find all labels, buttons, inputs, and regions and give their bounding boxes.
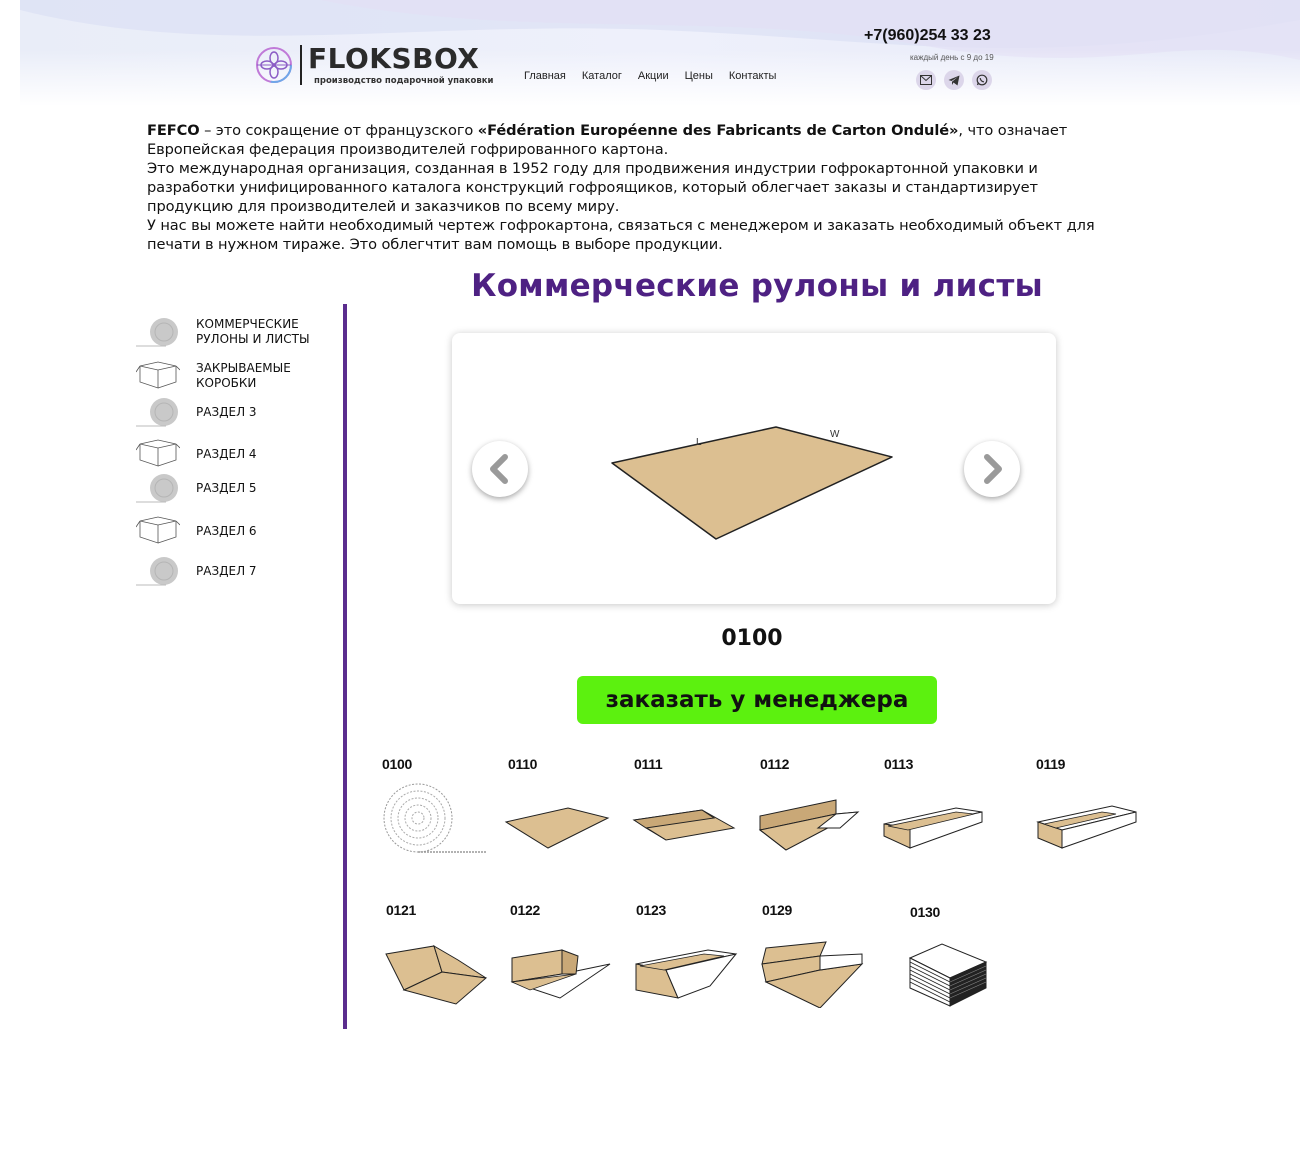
grid-item-code: 0121: [386, 902, 416, 918]
whatsapp-icon[interactable]: [972, 70, 992, 90]
vertical-divider: [343, 304, 347, 1029]
tray-image: [1036, 805, 1137, 849]
grid-item-code: 0113: [884, 756, 914, 772]
grid-item-0130[interactable]: 0130: [906, 904, 1016, 1024]
cardboard-sheet-image: L W: [611, 426, 893, 540]
intro-text: FEFCO – это сокращение от французского «…: [147, 121, 1107, 254]
tray-image: [635, 949, 738, 999]
folded-sheet-image: [385, 944, 488, 1005]
chevron-right-icon: [984, 454, 1002, 484]
roll-icon: [136, 398, 178, 427]
grid-item-0112[interactable]: 0112: [756, 756, 866, 876]
sidebar-item-section-5[interactable]: РАЗДЕЛ 5: [136, 472, 257, 504]
tray-image: [761, 941, 864, 1008]
brand-tagline: производство подарочной упаковки: [314, 76, 494, 86]
intro-fefco: FEFCO: [147, 122, 200, 139]
grid-item-0113[interactable]: 0113: [880, 756, 990, 876]
brand-name: FLOKSBOX: [308, 42, 480, 75]
sidebar-item-label: ЗАКРЫВАЕМЫЕ КОРОБКИ: [196, 361, 291, 390]
grid-item-0111[interactable]: 0111: [630, 756, 740, 876]
box-icon: [136, 516, 180, 544]
intro-paragraph-3: У нас вы можете найти необходимый чертеж…: [147, 217, 1095, 253]
grid-item-0123[interactable]: 0123: [632, 902, 742, 1022]
sidebar-item-rolls[interactable]: КОММЕРЧЕСКИЕ РУЛОНЫ И ЛИСТЫ: [136, 316, 326, 348]
grid-item-code: 0112: [760, 756, 790, 772]
sidebar-item-label: РАЗДЕЛ 7: [196, 563, 257, 578]
grid-item-code: 0110: [508, 756, 538, 772]
logo[interactable]: FLOKSBOX производство подарочной упаковк…: [254, 44, 493, 86]
slide-label-w: W: [830, 429, 840, 440]
box-icon: [136, 361, 180, 389]
roll-icon: [136, 557, 178, 586]
grid-item-code: 0111: [634, 756, 663, 772]
sidebar-item-label: РАЗДЕЛ 5: [196, 480, 257, 495]
telegram-icon[interactable]: [944, 70, 964, 90]
mail-icon[interactable]: [916, 70, 936, 90]
sheet-stack-image: [908, 943, 988, 1007]
slide-code: 0100: [721, 626, 783, 651]
grid-item-code: 0129: [762, 902, 792, 918]
box-icon: [136, 439, 180, 467]
intro-text-part: – это сокращение от французского: [199, 122, 478, 139]
intro-federation-name: «Fédération Européenne des Fabricants de…: [477, 122, 959, 139]
sidebar-item-label: КОММЕРЧЕСКИЕ РУЛОНЫ И ЛИСТЫ: [196, 317, 310, 346]
sidebar-item-section-6[interactable]: РАЗДЕЛ 6: [136, 515, 257, 547]
grid-item-code: 0130: [910, 904, 940, 920]
product-slider: L W: [452, 333, 1056, 604]
section-title: Коммерческие рулоны и листы: [471, 268, 1043, 304]
grid-item-0121[interactable]: 0121: [382, 902, 492, 1022]
main-nav: Главная Каталог Акции Цены Контакты: [524, 70, 776, 82]
flower-logo-icon: [256, 47, 292, 83]
sidebar-item-closing-boxes[interactable]: ЗАКРЫВАЕМЫЕ КОРОБКИ: [136, 360, 326, 392]
slider-next-button[interactable]: [964, 441, 1020, 497]
nav-prices[interactable]: Цены: [685, 70, 713, 82]
roll-icon: [136, 474, 178, 503]
nav-promotions[interactable]: Акции: [638, 70, 669, 82]
phone-number[interactable]: +7(960)254 33 23: [864, 27, 991, 45]
folded-sheet-image: [632, 809, 736, 841]
grid-item-code: 0122: [510, 902, 540, 918]
nav-home[interactable]: Главная: [524, 70, 566, 82]
grid-item-0129[interactable]: 0129: [758, 902, 868, 1022]
contact-icons: [916, 70, 992, 90]
grid-item-0110[interactable]: 0110: [504, 756, 614, 876]
sidebar-item-section-3[interactable]: РАЗДЕЛ 3: [136, 396, 257, 428]
sidebar-item-label: РАЗДЕЛ 4: [196, 446, 257, 461]
slide-label-l: L: [696, 437, 702, 448]
grid-item-code: 0119: [1036, 756, 1066, 772]
roll-icon: [136, 318, 178, 347]
grid-item-code: 0123: [636, 902, 666, 918]
folded-sheet-image: [758, 799, 860, 851]
grid-item-0122[interactable]: 0122: [506, 902, 616, 1022]
nav-contacts[interactable]: Контакты: [729, 70, 777, 82]
order-from-manager-button[interactable]: заказать у менеджера: [577, 676, 937, 724]
grid-item-code: 0100: [382, 756, 412, 772]
sidebar-item-label: РАЗДЕЛ 6: [196, 523, 257, 538]
intro-paragraph-2: Это международная организация, созданная…: [147, 160, 1038, 215]
tray-image: [883, 807, 983, 849]
working-hours: каждый день с 9 до 19: [910, 53, 994, 62]
intro-paragraph-1: FEFCO – это сокращение от французского «…: [147, 121, 1107, 159]
sidebar-item-section-4[interactable]: РАЗДЕЛ 4: [136, 438, 257, 470]
folded-sheet-image: [510, 949, 611, 999]
flat-sheet-image: [504, 807, 610, 849]
sidebar-item-section-7[interactable]: РАЗДЕЛ 7: [136, 555, 257, 587]
sidebar-item-label: РАЗДЕЛ 3: [196, 404, 257, 419]
logo-separator: [300, 45, 302, 85]
grid-item-0100[interactable]: 0100: [378, 756, 488, 876]
roll-image: [383, 783, 486, 853]
grid-item-0119[interactable]: 0119: [1032, 756, 1142, 876]
slider-prev-button[interactable]: [472, 441, 528, 497]
header-background: [20, 0, 1300, 106]
nav-catalog[interactable]: Каталог: [582, 70, 622, 82]
chevron-left-icon: [490, 454, 508, 484]
site-header: FLOKSBOX производство подарочной упаковк…: [20, 0, 1300, 106]
